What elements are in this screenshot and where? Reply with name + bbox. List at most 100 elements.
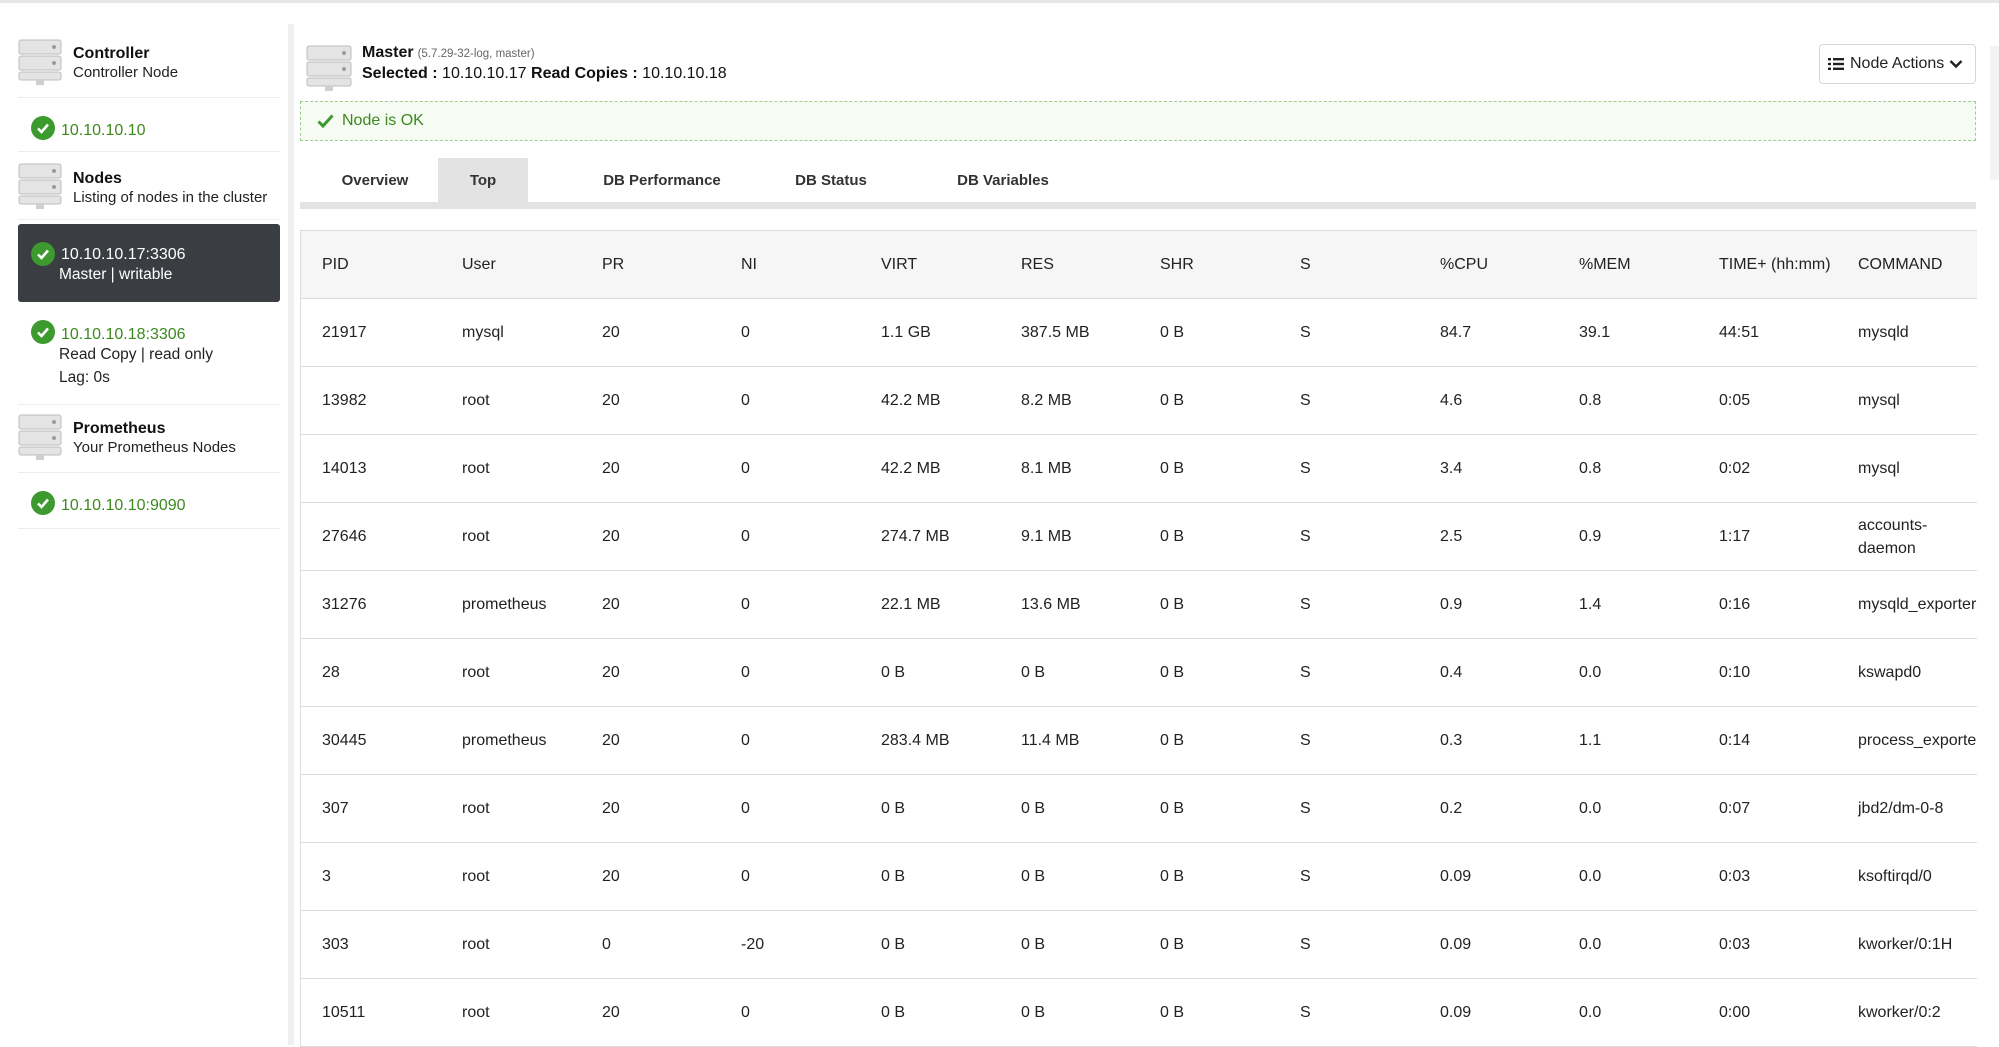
- top-border: [0, 0, 1999, 3]
- column-header[interactable]: TIME+ (hh:mm): [1719, 231, 1854, 298]
- column-header[interactable]: User: [462, 231, 597, 298]
- table-cell: S: [1300, 391, 1311, 409]
- tab-overview[interactable]: Overview: [316, 158, 434, 202]
- chevron-down-icon: [1949, 60, 1963, 69]
- table-cell: S: [1300, 663, 1311, 681]
- node-role: Master | writable: [59, 266, 173, 283]
- list-icon: [1828, 58, 1844, 70]
- table-cell: 4.6: [1440, 391, 1463, 409]
- check-circle-icon: [31, 320, 55, 344]
- tab-db-performance[interactable]: DB Performance: [572, 158, 752, 202]
- node-address: 10.10.10.10: [61, 122, 146, 139]
- table-cell: 0.9: [1579, 527, 1602, 545]
- table-cell: 0.0: [1579, 935, 1602, 953]
- sidebar-node-controller[interactable]: 10.10.10.10: [18, 104, 280, 152]
- table-cell: 0.9: [1440, 595, 1463, 613]
- table-cell: 0:16: [1719, 595, 1751, 613]
- table-cell: 0: [741, 391, 750, 409]
- table-cell: root: [462, 935, 490, 953]
- node-version: (5.7.29-32-log, master): [417, 48, 535, 60]
- column-header[interactable]: %MEM: [1579, 231, 1714, 298]
- table-row: 307 root 20 0 0 B 0 B 0 B S 0.2 0.0 0:07 jbd2/dm-0-…: [301, 775, 1977, 843]
- table-cell: 42.2 MB: [881, 459, 941, 477]
- table-cell: 0 B: [1160, 323, 1185, 341]
- table-cell: 44:51: [1719, 323, 1760, 341]
- sidebar-node-prometheus[interactable]: 10.10.10.10:9090: [18, 479, 280, 529]
- table-row: 303 root 0 -20 0 B 0 B 0 B S 0.09 0.0 0:03 kworker/…: [301, 911, 1977, 979]
- table-cell: 0:10: [1719, 663, 1751, 681]
- sidebar-node-master[interactable]: 10.10.10.17:3306 Master | writable: [18, 224, 280, 302]
- table-cell: 20: [602, 527, 620, 545]
- check-circle-icon: [31, 116, 55, 140]
- table-cell: 11.4 MB: [1021, 731, 1080, 749]
- table-cell: 387.5 MB: [1021, 323, 1090, 341]
- column-header[interactable]: VIRT: [881, 231, 1016, 298]
- table-cell: mysql: [1858, 459, 1900, 477]
- table-cell: 0 B: [1160, 391, 1185, 409]
- table-cell: 20: [602, 867, 620, 885]
- table-cell: ksoftirqd/0: [1858, 867, 1932, 885]
- tab-top[interactable]: Top: [438, 158, 528, 202]
- column-header[interactable]: PID: [322, 231, 457, 298]
- table-row: 30445 prometheus 20 0 283.4 MB 11.4 MB 0 B S 0.3…: [301, 707, 1977, 775]
- read-copies-label: Read Copies :: [531, 65, 638, 82]
- table-cell: 0 B: [881, 1003, 906, 1021]
- node-title: Master: [362, 44, 414, 61]
- table-cell: 0.0: [1579, 1003, 1602, 1021]
- table-cell: S: [1300, 527, 1311, 545]
- column-header[interactable]: PR: [602, 231, 737, 298]
- table-cell: 1.1: [1579, 731, 1602, 749]
- column-header[interactable]: NI: [741, 231, 876, 298]
- column-header[interactable]: COMMAND: [1858, 231, 1977, 298]
- table-cell: 0.8: [1579, 391, 1602, 409]
- sidebar-group-subtitle: Controller Node: [73, 64, 179, 81]
- column-header[interactable]: SHR: [1160, 231, 1295, 298]
- table-cell: 0.09: [1440, 1003, 1472, 1021]
- table-cell: jbd2/dm-0-8: [1858, 799, 1944, 817]
- table-cell: 0:07: [1719, 799, 1751, 817]
- server-icon: [18, 414, 62, 460]
- table-cell: root: [462, 1003, 490, 1021]
- sidebar-node-read-copy[interactable]: 10.10.10.18:3306 Read Copy | read only L…: [18, 308, 280, 405]
- table-cell: 13982: [322, 391, 367, 409]
- table-cell: process_exporter: [1858, 731, 1977, 749]
- table-cell: -20: [741, 935, 765, 953]
- table-cell: S: [1300, 323, 1311, 341]
- table-cell: 0:00: [1719, 1003, 1751, 1021]
- table-cell: 274.7 MB: [881, 527, 950, 545]
- table-cell: 0.09: [1440, 867, 1472, 885]
- sidebar-group-prometheus[interactable]: Prometheus Your Prometheus Nodes: [18, 413, 280, 473]
- node-address: 10.10.10.18:3306: [61, 326, 186, 343]
- scrollbar-thumb[interactable]: [1990, 46, 1999, 180]
- table-cell: 0 B: [1160, 527, 1185, 545]
- table-cell: 20: [602, 663, 620, 681]
- sidebar-group-controller[interactable]: Controller Controller Node: [18, 38, 280, 98]
- table-cell: 39.1: [1579, 323, 1611, 341]
- tab-db-status[interactable]: DB Status: [760, 158, 902, 202]
- status-alert: Node is OK: [300, 101, 1976, 141]
- sidebar-group-nodes[interactable]: Nodes Listing of nodes in the cluster: [18, 162, 280, 220]
- table-cell: 20: [602, 459, 620, 477]
- server-icon: [18, 39, 62, 85]
- read-copies-value: 10.10.10.18: [642, 65, 727, 82]
- selection-info: Selected : 10.10.10.17 Read Copies : 10.…: [362, 65, 727, 83]
- table-cell: 0 B: [881, 663, 906, 681]
- table-cell: kworker/0:2: [1858, 1003, 1941, 1021]
- column-header[interactable]: %CPU: [1440, 231, 1575, 298]
- tab-db-variables[interactable]: DB Variables: [908, 158, 1098, 202]
- column-header[interactable]: RES: [1021, 231, 1156, 298]
- table-cell: 0:02: [1719, 459, 1751, 477]
- table-cell: 1.4: [1579, 595, 1602, 613]
- node-role: Read Copy | read only: [59, 346, 213, 363]
- table-cell: S: [1300, 731, 1311, 749]
- column-header[interactable]: S: [1300, 231, 1435, 298]
- table-cell: mysqld_exporter: [1858, 595, 1977, 613]
- table-cell: 303: [322, 935, 349, 953]
- table-cell: root: [462, 799, 490, 817]
- table-cell: root: [462, 867, 490, 885]
- node-actions-button[interactable]: Node Actions: [1819, 44, 1976, 84]
- table-cell: accounts-daemon: [1858, 516, 1928, 557]
- table-cell: 42.2 MB: [881, 391, 941, 409]
- table-cell: S: [1300, 799, 1311, 817]
- table-cell: 0 B: [1160, 731, 1185, 749]
